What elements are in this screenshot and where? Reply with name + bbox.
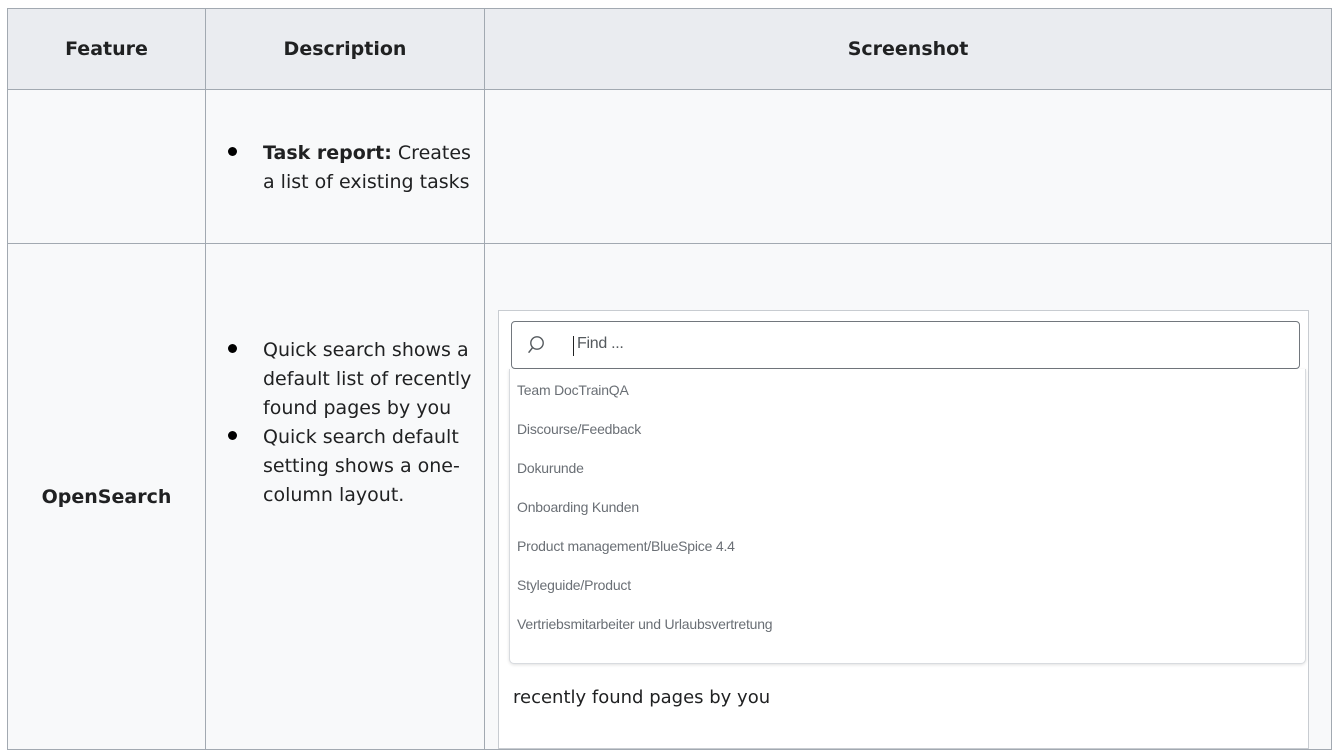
search-result-item[interactable]: Team DocTrainQA <box>510 371 1305 410</box>
feature-cell <box>7 89 206 244</box>
search-placeholder: Find ... <box>577 335 624 352</box>
search-icon <box>528 336 544 353</box>
bullet-icon <box>228 344 237 353</box>
screenshot-image[interactable]: Find ... Team DocTrainQA Discourse/Feedba… <box>507 319 1306 671</box>
header-description: Description <box>205 8 485 90</box>
bullet-icon <box>228 431 237 440</box>
description-cell: Task report: Creates a list of existing … <box>205 89 485 244</box>
list-item: Quick search default setting shows a one… <box>228 423 484 510</box>
list-item: Task report: Creates a list of existing … <box>228 139 484 197</box>
description-list: Task report: Creates a list of existing … <box>206 137 484 197</box>
search-result-item[interactable]: Discourse/Feedback <box>510 410 1305 449</box>
list-item: Quick search shows a default list of rec… <box>228 336 484 423</box>
description-cell: Quick search shows a default list of rec… <box>205 243 485 750</box>
description-list: Quick search shows a default list of rec… <box>206 244 484 510</box>
search-result-item[interactable]: Onboarding Kunden <box>510 488 1305 527</box>
search-input[interactable]: Find ... <box>511 321 1300 369</box>
table-header-row: Feature Description Screenshot <box>7 8 1332 90</box>
bullet-icon <box>228 146 237 156</box>
item-bold-label: Task report: <box>263 141 392 164</box>
screenshot-cell: Find ... Team DocTrainQA Discourse/Feedba… <box>484 243 1332 750</box>
screenshot-caption: recently found pages by you <box>513 687 771 708</box>
results-list: Team DocTrainQA Discourse/Feedback Dokurun… <box>510 371 1305 644</box>
header-feature: Feature <box>7 8 206 90</box>
item-text: Quick search shows a default list of rec… <box>263 339 472 419</box>
table-row: Task report: Creates a list of existing … <box>7 89 1332 244</box>
table-row: OpenSearch Quick search shows a default … <box>7 243 1332 750</box>
search-result-item[interactable]: Vertriebsmitarbeiter und Urlaubsvertretu… <box>510 605 1305 644</box>
search-result-item[interactable]: Dokurunde <box>510 449 1305 488</box>
search-result-item[interactable]: Styleguide/Product <box>510 566 1305 605</box>
header-screenshot: Screenshot <box>484 8 1332 90</box>
features-table: Feature Description Screenshot Task repo… <box>7 8 1332 750</box>
item-text: Quick search default setting shows a one… <box>263 426 460 506</box>
search-results-dropdown: Team DocTrainQA Discourse/Feedback Dokurun… <box>509 369 1306 664</box>
screenshot-cell <box>484 89 1332 244</box>
screenshot-thumbnail[interactable]: Find ... Team DocTrainQA Discourse/Feedba… <box>498 310 1309 749</box>
feature-cell: OpenSearch <box>7 243 206 750</box>
search-result-item[interactable]: Product management/BlueSpice 4.4 <box>510 527 1305 566</box>
text-caret <box>573 336 574 356</box>
